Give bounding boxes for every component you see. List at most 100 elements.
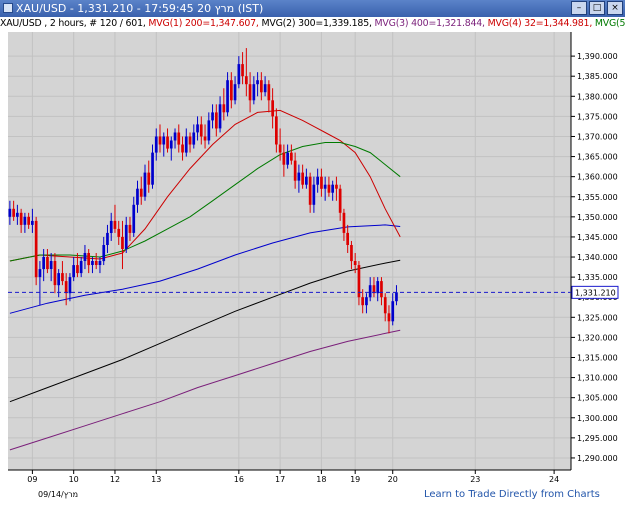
candle-body bbox=[361, 297, 364, 306]
time-tick-label: 23 bbox=[470, 475, 480, 484]
candle-body bbox=[87, 253, 90, 266]
candle-body bbox=[365, 297, 368, 306]
candle-body bbox=[23, 216, 27, 225]
candle-body bbox=[16, 212, 19, 217]
candle-body bbox=[124, 224, 128, 249]
candle-body bbox=[57, 273, 60, 286]
price-tick-label: 1,325.000 bbox=[577, 313, 618, 322]
candle-body bbox=[271, 100, 274, 117]
candle-body bbox=[245, 76, 248, 85]
candle-body bbox=[61, 273, 64, 282]
time-tick-label: 13 bbox=[151, 475, 161, 484]
candle-body bbox=[19, 212, 23, 225]
time-tick-label: 10 bbox=[69, 475, 79, 484]
price-tick-label: 1,355.000 bbox=[577, 193, 618, 202]
price-tick-label: 1,335.000 bbox=[577, 273, 618, 282]
candle-body bbox=[218, 104, 222, 129]
candle-body bbox=[113, 220, 117, 229]
candle-body bbox=[327, 184, 331, 193]
candle-body bbox=[102, 245, 106, 262]
candle-body bbox=[260, 80, 263, 93]
price-tick-label: 1,290.000 bbox=[577, 454, 618, 463]
candle-body bbox=[353, 261, 357, 265]
candle-body bbox=[278, 144, 282, 153]
candle-body bbox=[128, 224, 132, 233]
candle-body bbox=[290, 152, 293, 161]
price-tick-label: 1,295.000 bbox=[577, 434, 618, 443]
candle-body bbox=[395, 292, 398, 302]
chart-window: XAU/USD - 1,331.210 - 17:59:45 20 מרץ (I… bbox=[0, 0, 625, 505]
candle-body bbox=[173, 132, 177, 141]
candle-body bbox=[199, 124, 203, 137]
candle-body bbox=[83, 253, 87, 261]
candle-body bbox=[316, 176, 319, 185]
candle-body bbox=[76, 265, 79, 274]
price-tick-label: 1,370.000 bbox=[577, 132, 618, 141]
candle-body bbox=[320, 176, 323, 189]
time-tick-label: 24 bbox=[549, 475, 559, 484]
candle-body bbox=[305, 176, 308, 185]
plot-area bbox=[8, 32, 571, 470]
candle-body bbox=[169, 140, 173, 149]
candle-body bbox=[308, 176, 312, 205]
candle-body bbox=[323, 184, 327, 189]
candle-body bbox=[248, 84, 252, 101]
candle-body bbox=[109, 220, 113, 233]
candle-body bbox=[252, 84, 256, 101]
price-tick-label: 1,305.000 bbox=[577, 394, 618, 403]
candle-body bbox=[38, 269, 42, 278]
candle-body bbox=[139, 188, 143, 197]
candle-body bbox=[376, 281, 380, 294]
candle-body bbox=[98, 261, 102, 265]
price-tick-label: 1,390.000 bbox=[577, 52, 618, 61]
time-tick-label: 20 bbox=[388, 475, 398, 484]
candle-body bbox=[391, 301, 395, 322]
price-tick-label: 1,315.000 bbox=[577, 353, 618, 362]
price-axis: 1,290.000 1,295.000 1,300.000 1,305.000 1,31… bbox=[571, 52, 618, 463]
price-chart[interactable]: 1,290.000 1,295.000 1,300.000 1,305.000 1,31… bbox=[0, 0, 625, 505]
time-tick-label: 16 bbox=[234, 475, 244, 484]
price-tick-label: 1,380.000 bbox=[577, 92, 618, 101]
candle-body bbox=[151, 152, 154, 185]
candle-body bbox=[181, 144, 184, 153]
candle-body bbox=[91, 261, 94, 265]
candle-body bbox=[117, 228, 121, 237]
candle-body bbox=[12, 208, 15, 217]
candle-body bbox=[147, 172, 151, 185]
learn-to-trade-link[interactable]: Learn to Trade Directly from Charts bbox=[424, 489, 600, 500]
candle-body bbox=[383, 297, 387, 314]
candle-body bbox=[68, 277, 72, 294]
candle-body bbox=[331, 184, 334, 193]
candle-body bbox=[387, 313, 391, 322]
price-tick-label: 1,350.000 bbox=[577, 213, 618, 222]
candle-body bbox=[301, 172, 304, 185]
price-tick-label: 1,360.000 bbox=[577, 173, 618, 182]
candle-body bbox=[237, 64, 241, 85]
candle-body bbox=[297, 172, 301, 181]
candle-body bbox=[154, 136, 158, 153]
price-tick-label: 1,345.000 bbox=[577, 233, 618, 242]
candle-body bbox=[188, 136, 192, 145]
candle-body bbox=[380, 281, 383, 298]
candle-body bbox=[8, 208, 12, 217]
candle-body bbox=[72, 265, 75, 278]
candle-body bbox=[256, 80, 259, 85]
price-tick-label: 1,320.000 bbox=[577, 333, 618, 342]
candle-body bbox=[342, 212, 346, 233]
candle-body bbox=[215, 112, 218, 129]
candle-body bbox=[27, 216, 30, 225]
price-tick-label: 1,300.000 bbox=[577, 414, 618, 423]
candle-body bbox=[275, 116, 278, 145]
candle-body bbox=[136, 188, 139, 205]
price-tick-label: 1,365.000 bbox=[577, 153, 618, 162]
time-tick-label: 18 bbox=[316, 475, 326, 484]
candle-body bbox=[106, 232, 109, 245]
candle-body bbox=[94, 261, 98, 265]
current-price-label: 1,331.210 bbox=[575, 288, 616, 297]
candle-body bbox=[192, 132, 196, 145]
candle-body bbox=[162, 136, 166, 145]
candle-body bbox=[211, 112, 214, 121]
candle-body bbox=[286, 152, 289, 165]
candle-body bbox=[196, 124, 199, 133]
date-label: 09/14/מרץ bbox=[38, 490, 78, 499]
